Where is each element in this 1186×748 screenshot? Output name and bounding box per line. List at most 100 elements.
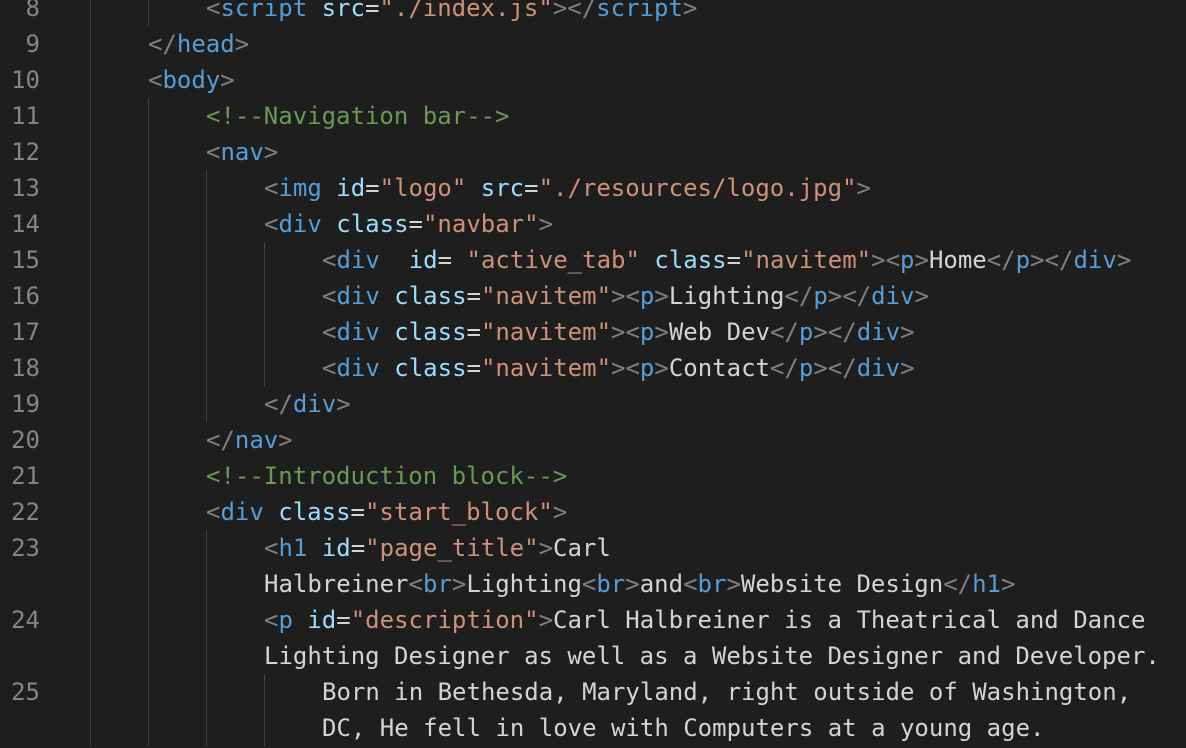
code-token: > — [1116, 246, 1132, 274]
code-line[interactable]: 10 <body> — [0, 62, 1186, 98]
code-line[interactable]: DC, He fell in love with Computers at a … — [0, 710, 1186, 746]
code-token: br — [422, 570, 452, 598]
code-token: > — [1001, 570, 1016, 598]
code-token: class — [394, 354, 467, 382]
code-token: = — [350, 498, 365, 526]
code-token: >< — [611, 318, 640, 346]
code-token: Born in Bethesda, Maryland, right outsid… — [322, 678, 1132, 706]
line-content: </nav> — [206, 422, 293, 458]
code-line[interactable]: 19 </div> — [0, 386, 1186, 422]
code-token: Lighting — [668, 282, 785, 310]
code-token: > — [278, 426, 293, 454]
line-content: <div class="navitem"><p>Web Dev</p></div… — [322, 314, 915, 350]
code-token: "navitem" — [480, 354, 612, 382]
code-token: > — [726, 570, 741, 598]
code-token: DC, He fell in love with Computers at a … — [322, 714, 1045, 742]
code-token: = — [466, 282, 481, 310]
line-number: 8 — [25, 0, 40, 22]
code-token: p — [639, 354, 655, 382]
code-line[interactable]: 20 </nav> — [0, 422, 1186, 458]
code-token: <!--Introduction block--> — [206, 462, 568, 490]
code-token: nav — [234, 426, 279, 454]
code-token: </ — [206, 426, 235, 454]
code-line[interactable]: 18 <div class="navitem"><p>Contact</p></d… — [0, 350, 1186, 386]
code-token: < — [206, 0, 221, 22]
code-token: > — [654, 354, 669, 382]
code-token: > — [914, 246, 929, 274]
code-token: img — [278, 174, 322, 202]
line-content: </head> — [148, 26, 249, 62]
code-line[interactable]: 12 <nav> — [0, 134, 1186, 170]
code-token: > — [552, 498, 568, 526]
code-line[interactable]: 24 <p id="description">Carl Halbreiner is… — [0, 602, 1186, 638]
line-content: DC, He fell in love with Computers at a … — [322, 710, 1044, 746]
line-number: 21 — [11, 462, 40, 490]
code-token: id — [336, 174, 366, 202]
line-number: 11 — [11, 102, 40, 130]
line-content: <!--Navigation bar--> — [206, 98, 509, 134]
code-token: div — [336, 354, 380, 382]
line-number: 12 — [11, 138, 40, 166]
code-token: ></ — [1030, 246, 1074, 274]
code-line[interactable]: 17 <div class="navitem"><p>Web Dev</p></d… — [0, 314, 1186, 350]
line-number: 19 — [11, 390, 40, 418]
code-line[interactable]: 22 <div class="start_block"> — [0, 494, 1186, 530]
code-token: >< — [611, 354, 640, 382]
line-content: Halbreiner<br>Lighting<br>and<br>Website… — [264, 566, 1015, 602]
code-token: = — [437, 246, 467, 274]
code-token: < — [264, 534, 279, 562]
code-line[interactable]: 14 <div class="navbar"> — [0, 206, 1186, 242]
code-token: = — [408, 210, 423, 238]
code-token: > — [538, 606, 554, 634]
code-line[interactable]: 23 <h1 id="page_title">Carl — [0, 530, 1186, 566]
code-line[interactable]: 21 <!--Introduction block--> — [0, 458, 1186, 494]
code-token: Carl Halbreiner is a Theatrical and Danc… — [553, 606, 1146, 634]
line-content: <script src="./index.js"></script> — [206, 0, 697, 26]
code-token: class — [278, 498, 351, 526]
code-token: < — [683, 570, 698, 598]
code-line[interactable]: Halbreiner<br>Lighting<br>and<br>Website… — [0, 566, 1186, 602]
code-line[interactable]: 16 <div class="navitem"><p>Lighting</p></… — [0, 278, 1186, 314]
code-token: = — [466, 354, 481, 382]
code-token: < — [264, 210, 279, 238]
code-token: class — [336, 210, 409, 238]
code-line[interactable]: 25 Born in Bethesda, Maryland, right outs… — [0, 674, 1186, 710]
code-token: </ — [769, 354, 799, 382]
code-token: ></ — [813, 354, 857, 382]
code-token: div — [292, 390, 337, 418]
code-token: < — [264, 174, 279, 202]
code-token: div — [856, 354, 901, 382]
code-token: "navitem" — [480, 318, 612, 346]
line-number: 20 — [11, 426, 40, 454]
code-line[interactable]: 15 <div id= "active_tab" class="navitem">… — [0, 242, 1186, 278]
code-token: "./index.js" — [379, 0, 553, 22]
code-token: < — [322, 246, 337, 274]
code-token: > — [654, 318, 669, 346]
code-token: p — [639, 282, 655, 310]
code-token: div — [856, 318, 901, 346]
line-content: <h1 id="page_title">Carl — [264, 530, 611, 566]
code-editor[interactable]: 8 <script src="./index.js"></script> 9 </he… — [0, 0, 1186, 748]
code-token: < — [148, 66, 163, 94]
code-line[interactable]: 11 <!--Navigation bar--> — [0, 98, 1186, 134]
code-token: ></ — [827, 282, 872, 310]
code-token: > — [900, 354, 915, 382]
code-line[interactable]: 13 <img id="logo" src="./resources/logo.j… — [0, 170, 1186, 206]
code-token: and — [639, 570, 684, 598]
code-token: div — [336, 246, 380, 274]
code-token: > — [914, 282, 929, 310]
line-number: 18 — [11, 354, 40, 382]
code-token: p — [900, 246, 915, 274]
code-token: Carl — [553, 534, 611, 562]
code-token: Home — [928, 246, 987, 274]
code-line[interactable]: 9 </head> — [0, 26, 1186, 62]
code-line[interactable]: Lighting Designer as well as a Website D… — [0, 638, 1186, 674]
code-line[interactable]: 8 <script src="./index.js"></script> — [0, 0, 1186, 26]
line-content: <nav> — [206, 134, 278, 170]
